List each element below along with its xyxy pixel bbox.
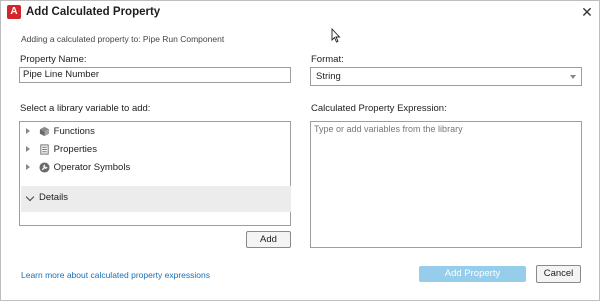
tree-item-label: Functions	[53, 126, 95, 137]
tree-item-label: Properties	[53, 144, 97, 155]
chevron-down-icon[interactable]	[25, 192, 35, 202]
format-selected-value: String	[316, 71, 341, 82]
library-tree: Functions Properties Operator Symbols De…	[19, 121, 291, 226]
wrench-icon	[39, 162, 50, 173]
property-name-input[interactable]: Pipe Line Number	[19, 67, 291, 83]
mouse-cursor-icon	[331, 28, 341, 43]
details-section[interactable]: Details	[21, 186, 291, 212]
add-button[interactable]: Add	[246, 231, 291, 248]
autodesk-app-icon: A	[7, 5, 21, 19]
expand-arrow-icon[interactable]	[26, 128, 30, 135]
expression-label: Calculated Property Expression:	[311, 103, 447, 114]
cancel-button[interactable]: Cancel	[536, 265, 581, 283]
property-name-label: Property Name:	[20, 54, 87, 65]
dialog-title: Add Calculated Property	[26, 6, 161, 18]
dialog-subtitle: Adding a calculated property to: Pipe Ru…	[21, 34, 225, 44]
expression-placeholder: Type or add variables from the library	[314, 124, 463, 134]
title-bar: A Add Calculated Property ✕	[1, 1, 599, 25]
learn-more-link[interactable]: Learn more about calculated property exp…	[21, 270, 210, 280]
cube-icon	[39, 126, 49, 137]
expression-textarea[interactable]: Type or add variables from the library	[310, 121, 582, 248]
close-icon[interactable]: ✕	[579, 3, 595, 21]
format-select[interactable]: String	[310, 67, 582, 86]
format-label: Format:	[311, 54, 344, 65]
tree-item-functions[interactable]: Functions	[26, 124, 95, 140]
app-icon-letter: A	[10, 6, 18, 17]
add-calculated-property-dialog: A Add Calculated Property ✕ Adding a cal…	[0, 0, 600, 301]
library-label: Select a library variable to add:	[20, 103, 151, 114]
tree-item-label: Operator Symbols	[53, 162, 131, 173]
chevron-down-icon	[570, 75, 576, 79]
expand-arrow-icon[interactable]	[26, 146, 30, 153]
list-icon	[40, 144, 49, 155]
details-label: Details	[39, 192, 69, 203]
tree-item-operator-symbols[interactable]: Operator Symbols	[26, 160, 130, 176]
tree-item-properties[interactable]: Properties	[26, 142, 97, 158]
add-property-button[interactable]: Add Property	[419, 266, 526, 282]
expand-arrow-icon[interactable]	[26, 164, 30, 171]
